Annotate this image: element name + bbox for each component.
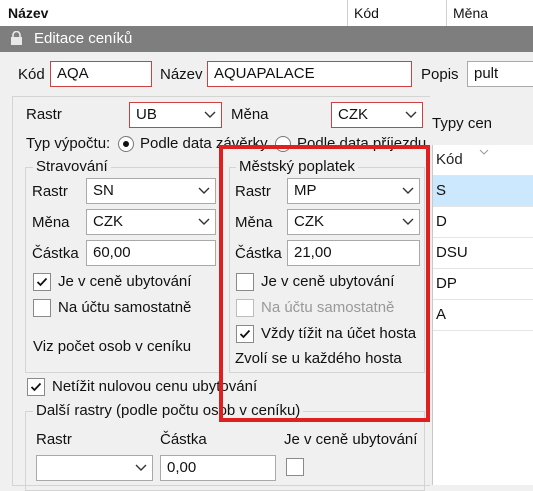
popis-label: Popis [421,66,459,83]
chevron-down-icon [204,111,216,118]
stravovani-samostatne-label[interactable]: Na účtu samostatně [58,299,191,316]
col-header-mena[interactable]: Měna [453,5,488,21]
stravovani-rastr-value: SN [93,182,114,199]
popis-input[interactable]: pult [467,61,533,87]
stravovani-legend: Stravování [33,158,111,175]
stravovani-mena-value: CZK [93,213,123,230]
mena-value: CZK [338,106,368,123]
mena-label: Měna [231,106,269,123]
chevron-down-icon [135,464,147,471]
rastr-value: UB [136,106,157,123]
typy-cen-row[interactable]: D [433,207,533,238]
lock-icon [11,31,22,45]
rastr-select[interactable]: UB [129,102,222,128]
rastr-label: Rastr [26,106,62,123]
checkmark-icon [30,382,42,392]
dalsi-col-rastr: Rastr [36,431,72,448]
typy-cen-row[interactable]: A [433,300,533,331]
typy-cen-row[interactable]: DSU [433,238,533,269]
radio-podle-data-zaverky[interactable] [118,136,134,152]
typy-cen-header-kod: Kód [436,151,463,168]
sort-chevron-icon [479,149,489,155]
dalsi-v-cene-checkbox[interactable] [286,458,304,476]
dalsi-col-castka: Částka [160,431,207,448]
stravovani-v-cene-label[interactable]: Je v ceně ubytování [58,273,191,290]
dalsi-rastr-select[interactable] [36,455,153,481]
column-divider [446,0,447,26]
mena-select[interactable]: CZK [331,102,423,128]
stravovani-rastr-label: Rastr [32,183,68,200]
typ-vypoctu-label: Typ výpočtu: [26,135,111,152]
typy-cen-header[interactable]: Kód [433,145,533,176]
chevron-down-icon [405,111,417,118]
typy-cen-row-selected[interactable]: S [433,176,533,207]
stravovani-rastr-select[interactable]: SN [86,178,216,204]
stravovani-samostatne-checkbox[interactable] [33,299,51,317]
highlight-box [219,145,430,422]
typy-cen-list[interactable]: Kód S D DSU DP A [432,145,533,485]
col-header-kod[interactable]: Kód [354,5,379,21]
typy-cen-row[interactable]: DP [433,269,533,300]
checkmark-icon [36,277,48,287]
chevron-down-icon [198,187,210,194]
col-header-nazev[interactable]: Název [8,5,48,21]
dalsi-col-v-cene: Je v ceně ubytování [284,431,418,448]
kod-input[interactable]: AQA [50,61,152,87]
background-table-header: Název Kód Měna [0,0,533,27]
typy-cen-label: Typy cen [432,115,493,132]
column-divider [347,0,348,26]
dalsi-castka-input[interactable]: 0,00 [160,455,276,481]
window-title: Editace ceníků [34,30,133,47]
stravovani-mena-label: Měna [32,214,70,231]
stravovani-mena-select[interactable]: CZK [86,209,216,235]
nazev-input[interactable]: AQUAPALACE [207,61,412,87]
window-titlebar[interactable]: Editace ceníků [0,26,533,52]
stravovani-castka-label: Částka [32,245,79,262]
stravovani-castka-input[interactable]: 60,00 [86,240,216,266]
chevron-down-icon [198,218,210,225]
netizit-checkbox[interactable] [27,378,45,396]
stravovani-v-cene-checkbox[interactable] [33,273,51,291]
stravovani-note: Viz počet osob v ceníku [33,338,192,355]
nazev-label: Název [160,66,203,83]
kod-label: Kód [18,66,45,83]
